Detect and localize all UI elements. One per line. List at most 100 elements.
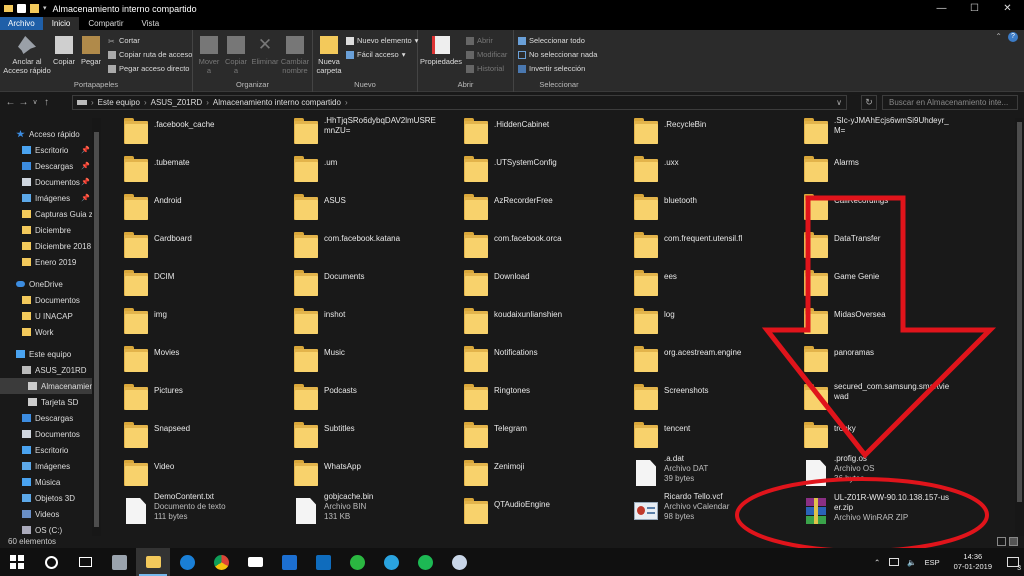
pin-icon[interactable]: 📌 <box>81 146 90 154</box>
folder-item[interactable]: AzRecorderFree <box>444 188 614 224</box>
tab-inicio[interactable]: Inicio <box>42 17 80 30</box>
recent-locations-icon[interactable]: ∨ <box>30 98 40 106</box>
details-view-icon[interactable] <box>997 537 1006 546</box>
nav-item-enero-2019[interactable]: Enero 2019 <box>0 254 92 270</box>
up-arrow-icon[interactable]: ↑ <box>40 97 53 108</box>
rename-button[interactable]: Cambiar nombre <box>281 36 309 75</box>
maximize-button[interactable]: ☐ <box>958 0 991 17</box>
nav-item-documentos[interactable]: Documentos 📌 <box>0 174 92 190</box>
file-item[interactable]: Ricardo Tello.vcf Archivo vCalendar 98 byt… <box>614 492 784 528</box>
breadcrumb-este-equipo[interactable]: Este equipo <box>98 98 140 107</box>
folder-item[interactable]: Subtitles <box>274 416 444 452</box>
folder-item[interactable]: ees <box>614 264 784 300</box>
folder-item[interactable]: Notifications <box>444 340 614 376</box>
folder-item[interactable]: Alarms <box>784 150 954 186</box>
folder-item[interactable]: WhatsApp <box>274 454 444 490</box>
task-view-button[interactable] <box>68 548 102 576</box>
select-all-button[interactable]: Seleccionar todo <box>518 36 585 45</box>
taskbar-spotify[interactable] <box>408 548 442 576</box>
properties-check-icon[interactable] <box>17 4 26 13</box>
invert-selection-button[interactable]: Invertir selección <box>518 64 585 73</box>
nav-item-asus-z01rd[interactable]: ASUS_Z01RD <box>0 362 92 378</box>
taskbar-edge[interactable] <box>170 548 204 576</box>
taskbar-file-explorer[interactable] <box>136 548 170 576</box>
nav-item-tarjeta-sd[interactable]: Tarjeta SD <box>0 394 92 410</box>
nav-item-diciembre[interactable]: Diciembre <box>0 222 92 238</box>
taskbar-app-device[interactable] <box>102 548 136 576</box>
folder-item[interactable]: Snapseed <box>104 416 274 452</box>
folder-item[interactable]: DataTransfer <box>784 226 954 262</box>
nav-item-m-sica[interactable]: Música <box>0 474 92 490</box>
folder-item[interactable]: QTAudioEngine <box>444 492 614 528</box>
folder-item[interactable]: .RecycleBin <box>614 112 784 148</box>
nav-item-almacenamien[interactable]: Almacenamien <box>0 378 92 394</box>
open-button[interactable]: Abrir <box>466 36 493 45</box>
paste-shortcut-button[interactable]: Pegar acceso directo <box>108 64 189 73</box>
folder-item[interactable]: DCIM <box>104 264 274 300</box>
nav-item-escritorio[interactable]: Escritorio 📌 <box>0 142 92 158</box>
back-arrow-icon[interactable]: ← <box>4 97 17 108</box>
nav-item-im-genes[interactable]: Imágenes <box>0 458 92 474</box>
easy-access-button[interactable]: Fácil acceso ▾ <box>346 50 405 59</box>
folder-item[interactable]: bluetooth <box>614 188 784 224</box>
language-indicator[interactable]: ESP <box>925 558 940 567</box>
folder-item[interactable]: com.frequent.utensil.fl <box>614 226 784 262</box>
folder-item[interactable]: .HiddenCabinet <box>444 112 614 148</box>
folder-item[interactable]: secured_com.samsung.smartviewad <box>784 378 954 414</box>
nav-item-escritorio[interactable]: Escritorio <box>0 442 92 458</box>
folder-item[interactable]: MidasOversea <box>784 302 954 338</box>
nav-item-work[interactable]: Work <box>0 324 92 340</box>
tab-compartir[interactable]: Compartir <box>79 17 132 30</box>
folder-item[interactable]: Podcasts <box>274 378 444 414</box>
taskbar-chrome[interactable] <box>204 548 238 576</box>
copy-button[interactable]: Copiar <box>52 36 76 66</box>
move-to-button[interactable]: Mover a <box>197 36 221 75</box>
volume-icon[interactable]: 🔈 <box>907 558 916 567</box>
nav-scrollbar-thumb[interactable] <box>94 132 99 527</box>
start-button[interactable] <box>0 548 34 576</box>
pin-icon[interactable]: 📌 <box>81 194 90 202</box>
cut-button[interactable]: ✂ Cortar <box>108 36 140 46</box>
taskbar-telegram[interactable] <box>374 548 408 576</box>
folder-item[interactable]: tronky <box>784 416 954 452</box>
taskbar-store[interactable] <box>272 548 306 576</box>
file-item[interactable]: DemoContent.txt Documento de texto 111 byt… <box>104 492 274 528</box>
folder-item[interactable]: Cardboard <box>104 226 274 262</box>
pin-icon[interactable]: 📌 <box>81 178 90 186</box>
nav-item-diciembre-2018[interactable]: Diciembre 2018 <box>0 238 92 254</box>
search-taskbar-button[interactable] <box>34 548 68 576</box>
folder-item[interactable]: com.facebook.katana <box>274 226 444 262</box>
taskbar-whatsapp[interactable] <box>340 548 374 576</box>
folder-item[interactable]: .uxx <box>614 150 784 186</box>
nav-item-capturas-guia-ze[interactable]: Capturas Guia ze <box>0 206 92 222</box>
breadcrumb-asus[interactable]: ASUS_Z01RD <box>151 98 203 107</box>
copy-to-button[interactable]: Copiar a <box>224 36 248 75</box>
folder-item[interactable]: .SIc-yJMAhEcjs6wmSi9Uhdeyr_M= <box>784 112 954 148</box>
close-button[interactable]: ✕ <box>991 0 1024 17</box>
folder-item[interactable]: panoramas <box>784 340 954 376</box>
search-input[interactable]: Buscar en Almacenamiento inte... <box>882 95 1018 110</box>
nav-item-objetos-3d[interactable]: Objetos 3D <box>0 490 92 506</box>
show-hidden-icons[interactable]: ⌃ <box>874 558 880 567</box>
folder-item[interactable]: Screenshots <box>614 378 784 414</box>
folder-item[interactable]: Pictures <box>104 378 274 414</box>
folder-item[interactable]: tencent <box>614 416 784 452</box>
file-item[interactable]: UL-Z01R-WW-90.10.138.157-user.zip Archivo… <box>784 492 954 528</box>
modify-button[interactable]: Modificar <box>466 50 507 59</box>
content-scrollbar[interactable] <box>1015 118 1024 536</box>
folder-item[interactable]: .UTSystemConfig <box>444 150 614 186</box>
file-item[interactable]: .profig.os Archivo OS 36 bytes <box>784 454 954 490</box>
content-scrollbar-thumb[interactable] <box>1017 122 1022 502</box>
tab-archivo[interactable]: Archivo <box>0 17 43 30</box>
nav-item-documentos[interactable]: Documentos <box>0 426 92 442</box>
network-icon[interactable] <box>889 558 900 566</box>
folder-item[interactable]: Video <box>104 454 274 490</box>
properties-button[interactable]: Propiedades <box>420 36 462 66</box>
action-center-button[interactable]: 3 <box>1002 548 1024 576</box>
folder-item[interactable]: Ringtones <box>444 378 614 414</box>
taskbar-mail[interactable] <box>238 548 272 576</box>
folder-item[interactable]: .HhTjqSRo6dybqDAV2lmUSREmnZU= <box>274 112 444 148</box>
folder-item[interactable]: CallRecordings <box>784 188 954 224</box>
nav-item-u-inacap[interactable]: U INACAP <box>0 308 92 324</box>
address-dropdown-icon[interactable]: ∨ <box>836 98 842 107</box>
